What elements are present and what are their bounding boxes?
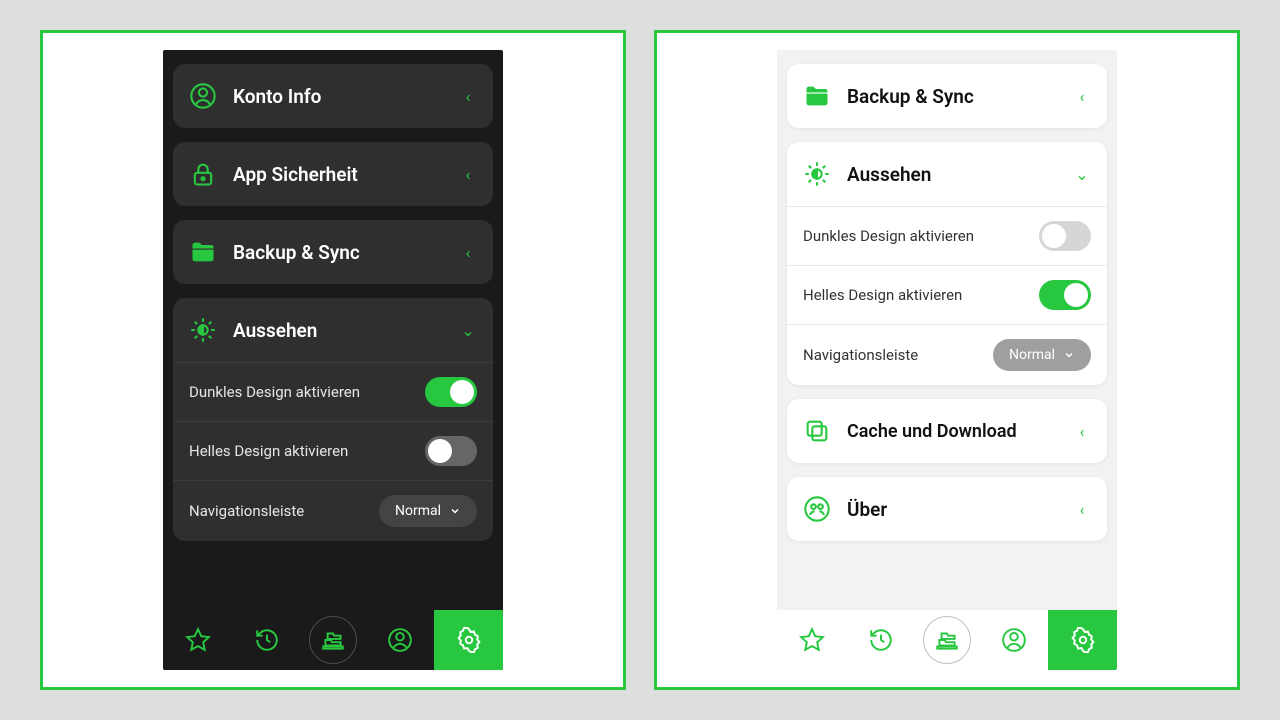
- chevron-left-icon: ‹: [1073, 500, 1091, 519]
- history-icon: [254, 627, 280, 653]
- nav-files[interactable]: [309, 616, 357, 664]
- chevron-down-icon: [1063, 349, 1075, 361]
- nav-profile[interactable]: [365, 610, 434, 670]
- item-label: Backup & Sync: [847, 85, 1057, 108]
- people-icon: [803, 495, 831, 523]
- navbar-style-select[interactable]: Normal: [379, 495, 477, 527]
- user-icon: [189, 82, 217, 110]
- chevron-left-icon: ‹: [459, 165, 477, 184]
- gear-icon: [456, 627, 482, 653]
- nav-files[interactable]: [923, 616, 971, 664]
- chevron-down-icon: [449, 505, 461, 517]
- item-backup-sync[interactable]: Backup & Sync ‹: [173, 220, 493, 284]
- nav-history[interactable]: [846, 610, 915, 670]
- brightness-icon: [803, 160, 831, 188]
- row-label: Helles Design aktivieren: [189, 442, 348, 460]
- folder-icon: [189, 238, 217, 266]
- row-navbar-style: Navigationsleiste Normal: [173, 480, 493, 541]
- chevron-left-icon: ‹: [459, 87, 477, 106]
- nav-settings[interactable]: [1048, 610, 1117, 670]
- item-backup-sync[interactable]: Backup & Sync ‹: [787, 64, 1107, 128]
- bottom-nav-light: [777, 610, 1117, 670]
- item-label: Aussehen: [233, 319, 443, 342]
- frame-dark: Konto Info ‹ App Sicherheit ‹ Backup & S…: [40, 30, 626, 690]
- row-light-theme: Helles Design aktivieren: [173, 421, 493, 480]
- item-about[interactable]: Über ‹: [787, 477, 1107, 541]
- toggle-dark-theme[interactable]: [425, 377, 477, 407]
- item-cache-download[interactable]: Cache und Download ‹: [787, 399, 1107, 463]
- row-label: Navigationsleiste: [189, 502, 304, 520]
- history-icon: [868, 627, 894, 653]
- chevron-down-icon: ⌄: [459, 321, 477, 340]
- nav-profile[interactable]: [979, 610, 1048, 670]
- row-label: Helles Design aktivieren: [803, 286, 962, 304]
- chevron-left-icon: ‹: [1073, 422, 1091, 441]
- item-label: Cache und Download: [847, 421, 1057, 442]
- item-appearance-header[interactable]: Aussehen ⌄: [787, 142, 1107, 206]
- row-light-theme: Helles Design aktivieren: [787, 265, 1107, 324]
- row-dark-theme: Dunkles Design aktivieren: [787, 206, 1107, 265]
- row-navbar-style: Navigationsleiste Normal: [787, 324, 1107, 385]
- bottom-nav-dark: [163, 610, 503, 670]
- settings-list-light: Backup & Sync ‹ Aussehen ⌄ Dunkles Desig…: [777, 50, 1117, 610]
- item-label: Über: [847, 498, 1057, 521]
- item-label: App Sicherheit: [233, 163, 443, 186]
- item-label: Aussehen: [847, 163, 1057, 186]
- nav-settings[interactable]: [434, 610, 503, 670]
- item-account-info[interactable]: Konto Info ‹: [173, 64, 493, 128]
- lock-icon: [189, 160, 217, 188]
- nav-history[interactable]: [232, 610, 301, 670]
- folder-icon: [803, 82, 831, 110]
- chevron-down-icon: ⌄: [1073, 165, 1091, 184]
- star-icon: [799, 627, 825, 653]
- brightness-icon: [189, 316, 217, 344]
- nav-favorites[interactable]: [163, 610, 232, 670]
- item-app-security[interactable]: App Sicherheit ‹: [173, 142, 493, 206]
- toggle-light-theme[interactable]: [425, 436, 477, 466]
- files-icon: [934, 627, 960, 653]
- gear-icon: [1070, 627, 1096, 653]
- item-appearance: Aussehen ⌄ Dunkles Design aktivieren Hel…: [173, 298, 493, 541]
- toggle-dark-theme[interactable]: [1039, 221, 1091, 251]
- phone-dark: Konto Info ‹ App Sicherheit ‹ Backup & S…: [163, 50, 503, 670]
- row-dark-theme: Dunkles Design aktivieren: [173, 362, 493, 421]
- row-label: Dunkles Design aktivieren: [189, 383, 360, 401]
- row-label: Navigationsleiste: [803, 346, 918, 364]
- user-icon: [1001, 627, 1027, 653]
- row-label: Dunkles Design aktivieren: [803, 227, 974, 245]
- user-icon: [387, 627, 413, 653]
- item-appearance: Aussehen ⌄ Dunkles Design aktivieren Hel…: [787, 142, 1107, 385]
- item-label: Konto Info: [233, 85, 443, 108]
- copy-icon: [803, 417, 831, 445]
- nav-favorites[interactable]: [777, 610, 846, 670]
- item-label: Backup & Sync: [233, 241, 443, 264]
- phone-light: Backup & Sync ‹ Aussehen ⌄ Dunkles Desig…: [777, 50, 1117, 670]
- chevron-left-icon: ‹: [459, 243, 477, 262]
- frame-light: Backup & Sync ‹ Aussehen ⌄ Dunkles Desig…: [654, 30, 1240, 690]
- star-icon: [185, 627, 211, 653]
- settings-list-dark: Konto Info ‹ App Sicherheit ‹ Backup & S…: [163, 50, 503, 610]
- chevron-left-icon: ‹: [1073, 87, 1091, 106]
- files-icon: [320, 627, 346, 653]
- navbar-style-select[interactable]: Normal: [993, 339, 1091, 371]
- item-appearance-header[interactable]: Aussehen ⌄: [173, 298, 493, 362]
- toggle-light-theme[interactable]: [1039, 280, 1091, 310]
